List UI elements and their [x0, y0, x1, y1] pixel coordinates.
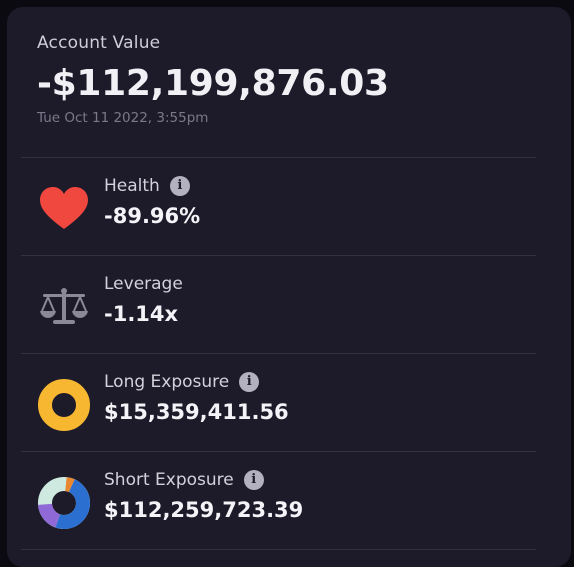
metric-row-short-exposure: Short Exposure i $112,259,723.39 — [21, 452, 536, 549]
scale-icon — [37, 280, 91, 334]
info-icon[interactable]: i — [169, 176, 190, 196]
metric-value: $15,359,411.56 — [104, 400, 289, 424]
metric-label: Long Exposure — [104, 372, 230, 392]
metric-row-leverage: Leverage -1.14x — [21, 256, 536, 353]
account-summary-card: Account Value -$112,199,876.03 Tue Oct 1… — [7, 7, 571, 567]
metric-label: Leverage — [104, 274, 183, 294]
account-header: Account Value -$112,199,876.03 Tue Oct 1… — [37, 33, 389, 126]
metric-label: Short Exposure — [104, 470, 234, 490]
account-timestamp: Tue Oct 11 2022, 3:55pm — [37, 110, 209, 126]
metric-row-health: Health i -89.96% — [21, 158, 536, 255]
heart-icon — [37, 182, 91, 236]
divider — [21, 549, 536, 550]
donut-chart-icon — [37, 476, 91, 530]
account-value-label: Account Value — [37, 33, 161, 53]
account-value: -$112,199,876.03 — [37, 63, 389, 104]
metric-value: $112,259,723.39 — [104, 498, 304, 522]
info-icon[interactable]: i — [239, 372, 260, 392]
info-icon[interactable]: i — [243, 470, 264, 490]
donut-chart-icon — [37, 378, 91, 432]
metric-value: -89.96% — [104, 204, 201, 228]
metric-row-long-exposure: Long Exposure i $15,359,411.56 — [21, 354, 536, 451]
metric-value: -1.14x — [104, 302, 179, 326]
metric-label: Health — [104, 176, 160, 196]
